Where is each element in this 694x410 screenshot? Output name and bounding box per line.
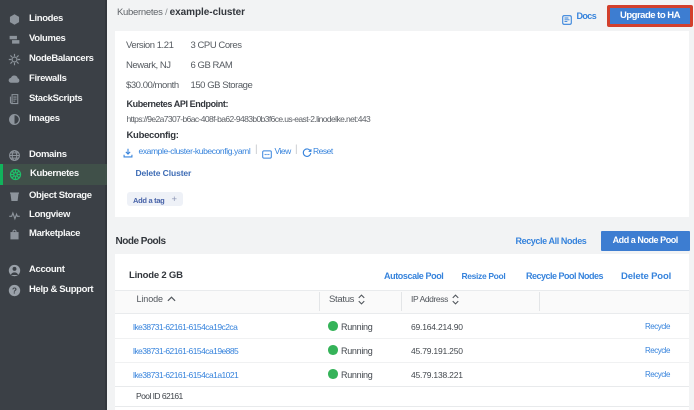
svg-text:?: ?	[12, 286, 17, 295]
